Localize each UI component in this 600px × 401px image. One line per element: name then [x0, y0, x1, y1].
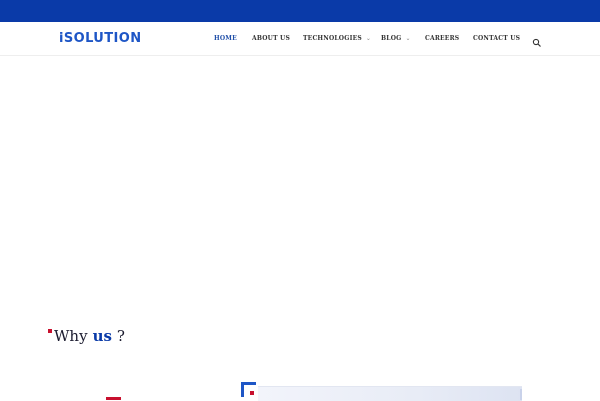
heading-accent-mark	[48, 329, 52, 333]
nav-home-label: HOME	[214, 35, 237, 42]
main-nav: HOME ABOUT US TECHNOLOGIES ⌄ BLOG ⌄ CAREER…	[0, 22, 600, 55]
nav-home[interactable]: HOME	[214, 35, 237, 42]
nav-about-us-label: ABOUT US	[252, 35, 291, 42]
nav-technologies-label: TECHNOLOGIES	[303, 35, 362, 42]
nav-careers[interactable]: CAREERS	[425, 35, 459, 42]
hero-area	[0, 56, 600, 306]
frame-corner-accent	[250, 391, 254, 395]
nav-contact-us[interactable]: CONTACT US	[473, 35, 520, 42]
nav-contact-us-label: CONTACT US	[473, 35, 521, 42]
why-text: Why	[54, 327, 88, 345]
chevron-down-icon: ⌄	[365, 35, 372, 42]
why-question-mark: ?	[116, 327, 125, 345]
nav-technologies[interactable]: TECHNOLOGIES ⌄	[303, 35, 371, 42]
site-header: iSOLUTION HOME ABOUT US TECHNOLOGIES ⌄ BL…	[0, 22, 600, 56]
nav-about-us[interactable]: ABOUT US	[252, 35, 290, 42]
nav-blog[interactable]: BLOG ⌄	[381, 35, 411, 42]
nav-careers-label: CAREERS	[425, 35, 460, 42]
feature-image-panel	[258, 386, 522, 401]
search-icon[interactable]	[532, 33, 542, 47]
why-us-heading: Why us ?	[48, 327, 125, 345]
panel-edge	[520, 389, 522, 400]
why-us-highlight: us	[92, 327, 112, 345]
nav-blog-label: BLOG	[381, 35, 402, 42]
chevron-down-icon: ⌄	[405, 35, 411, 42]
top-bar	[0, 0, 600, 22]
